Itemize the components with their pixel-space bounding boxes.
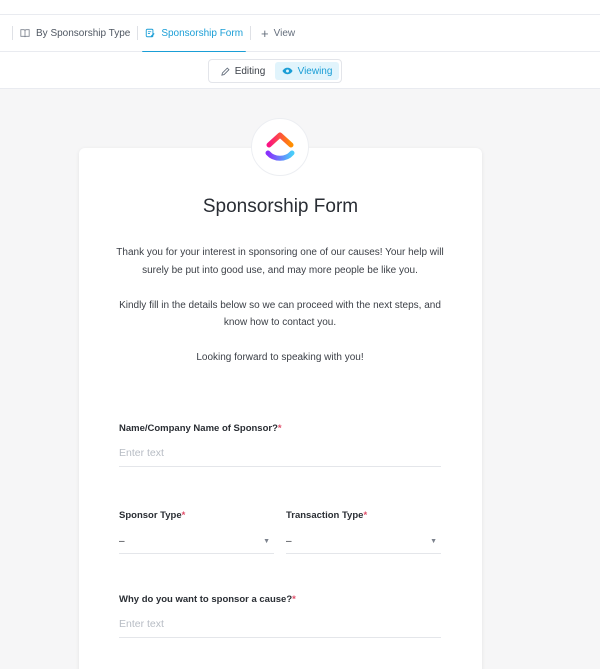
required-mark: *: [363, 510, 368, 521]
view-tab-bar: By Sponsorship Type Sponsorship Form + V…: [0, 15, 600, 53]
sponsor-reason-input[interactable]: Enter text: [119, 611, 441, 638]
viewing-label: Viewing: [297, 65, 333, 77]
sponsor-name-label: Name/Company Name of Sponsor?*: [119, 423, 282, 434]
description-paragraph: Looking forward to speaking with you!: [196, 352, 364, 363]
required-mark: *: [292, 594, 296, 605]
form-icon: [145, 28, 155, 38]
tab-label: Sponsorship Form: [161, 27, 244, 39]
form-card: [79, 148, 482, 669]
field-label-text: Sponsor Type: [119, 510, 182, 521]
input-placeholder: Enter text: [119, 447, 164, 459]
description-paragraph: Kindly fill in the details below so we c…: [119, 299, 441, 329]
mode-toggle: Editing Viewing: [208, 59, 342, 83]
caret-down-icon: ▼: [430, 538, 437, 545]
description-paragraph: Thank you for your interest in sponsorin…: [116, 247, 444, 276]
sponsor-type-select[interactable]: – ▼: [119, 530, 274, 554]
form-description: Thank you for your interest in sponsorin…: [110, 244, 450, 367]
field-label-text: Name/Company Name of Sponsor?: [119, 423, 278, 434]
pencil-icon: [220, 66, 230, 76]
plus-icon: +: [261, 25, 269, 41]
editing-label: Editing: [234, 65, 266, 77]
sponsor-name-input[interactable]: Enter text: [119, 440, 441, 467]
form-title: Sponsorship Form: [202, 196, 359, 217]
add-view-label: View: [273, 27, 296, 39]
field-label-text: Transaction Type: [286, 510, 364, 521]
editing-button[interactable]: Editing: [211, 62, 275, 80]
required-mark: *: [277, 423, 282, 434]
mode-bar: Editing Viewing: [0, 52, 600, 89]
required-mark: *: [181, 510, 186, 521]
tab-sponsorship-form[interactable]: Sponsorship Form: [138, 15, 250, 53]
sponsor-type-label: Sponsor Type*: [119, 510, 185, 521]
add-view-button[interactable]: + View: [251, 15, 302, 52]
select-value: –: [119, 536, 125, 547]
book-icon: [20, 28, 30, 38]
input-placeholder: Enter text: [119, 618, 164, 630]
clickup-logo-icon: [251, 118, 309, 176]
viewing-button[interactable]: Viewing: [275, 62, 339, 80]
sponsor-reason-label: Why do you want to sponsor a cause?*: [119, 594, 296, 605]
select-value: –: [286, 536, 292, 547]
tab-by-sponsorship-type[interactable]: By Sponsorship Type: [13, 15, 137, 52]
top-strip: [0, 0, 600, 15]
tab-label: By Sponsorship Type: [36, 27, 131, 39]
field-label-text: Why do you want to sponsor a cause?: [119, 594, 293, 605]
eye-icon: [282, 67, 293, 75]
transaction-type-select[interactable]: – ▼: [286, 530, 441, 554]
caret-down-icon: ▼: [263, 538, 270, 545]
transaction-type-label: Transaction Type*: [286, 510, 367, 521]
